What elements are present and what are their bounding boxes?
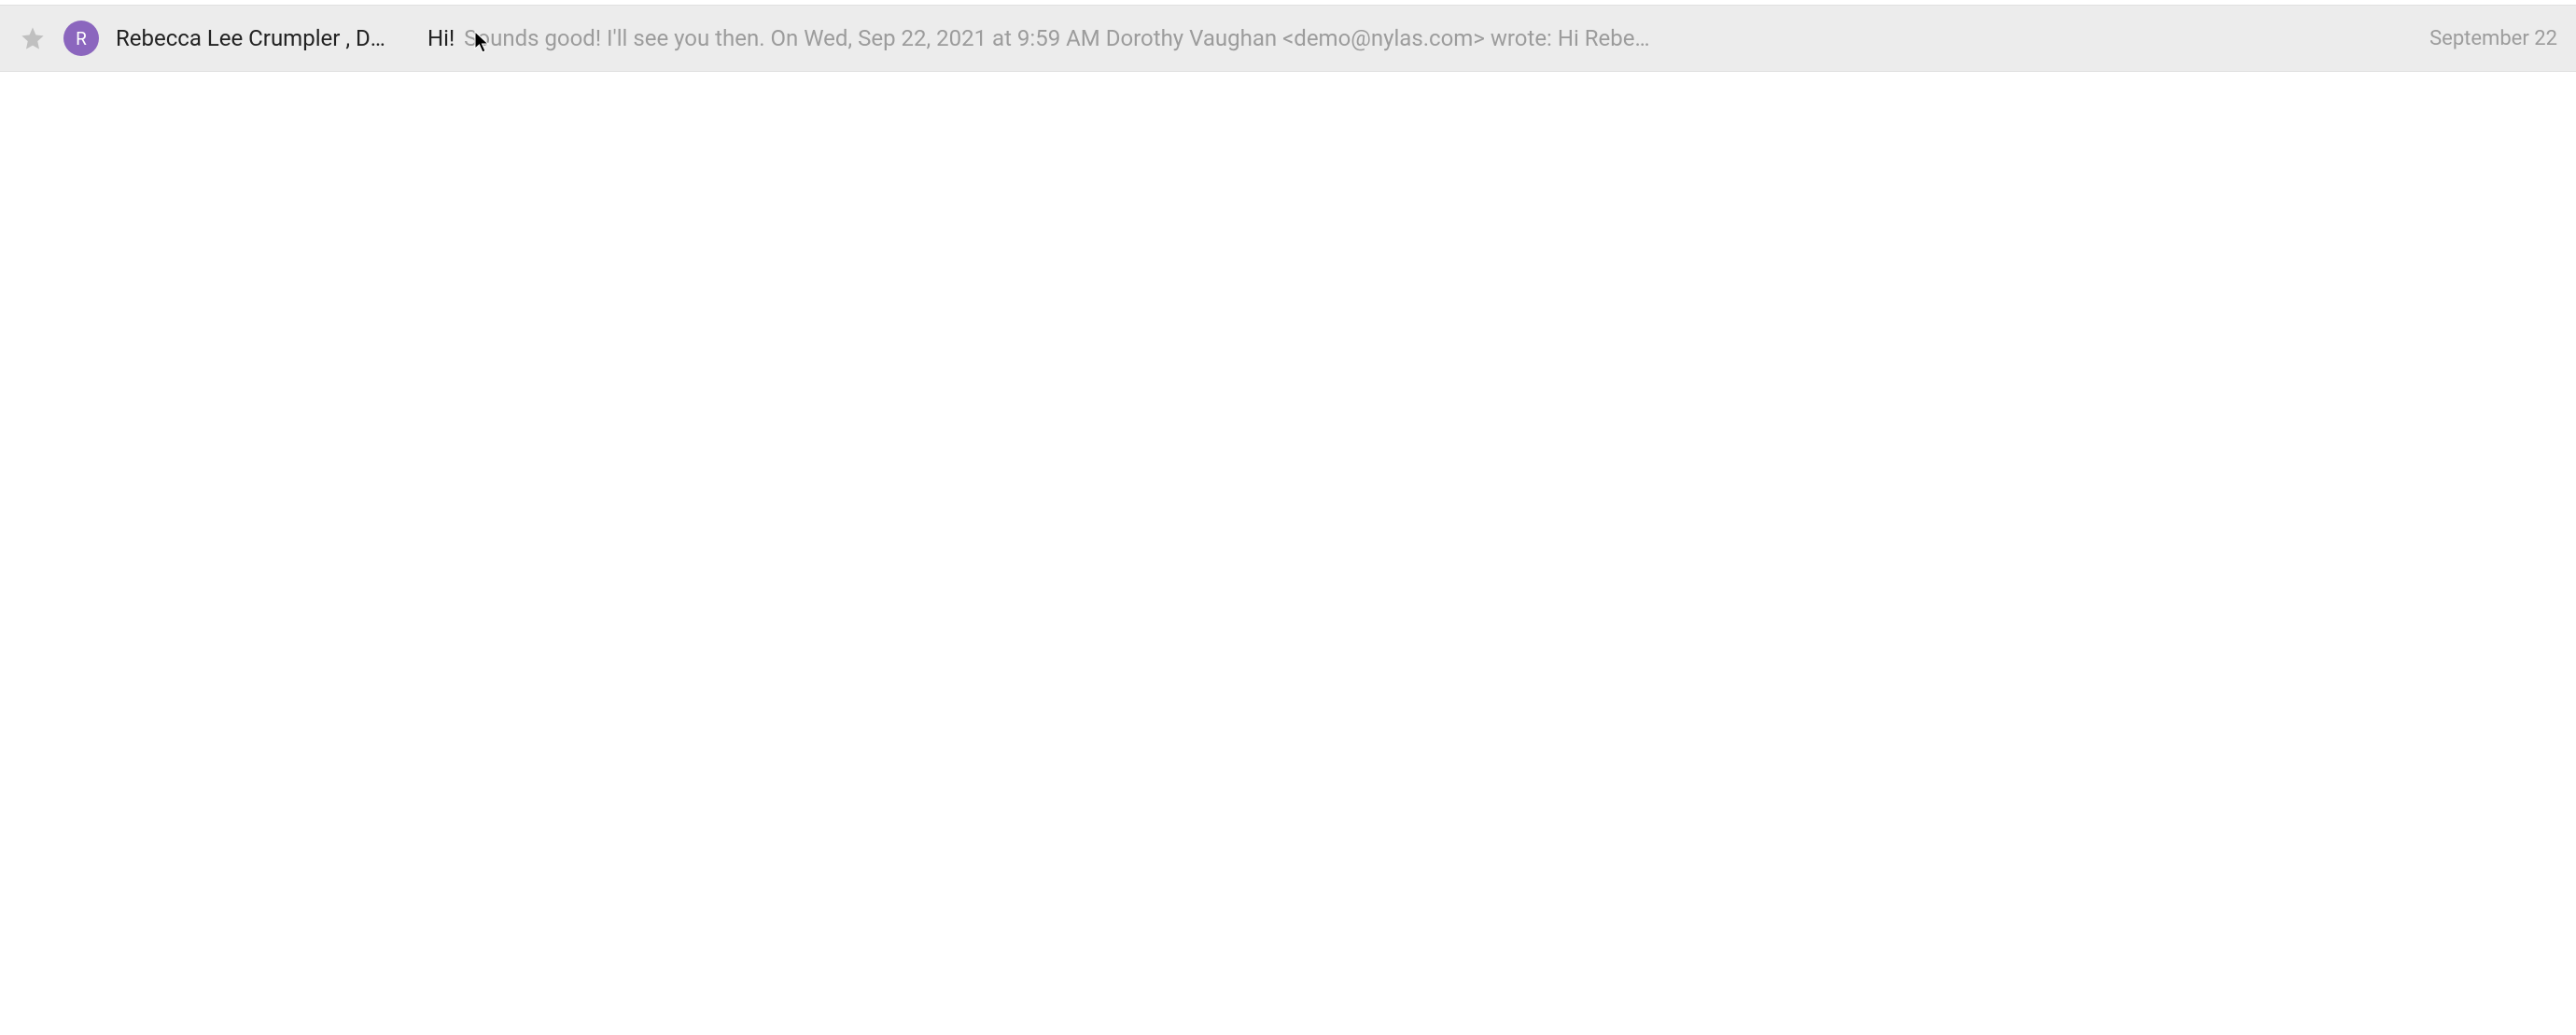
- email-date: September 22: [2429, 27, 2557, 50]
- star-icon[interactable]: [19, 24, 47, 52]
- star-svg: [20, 25, 46, 51]
- email-snippet: Sounds good! I'll see you then. On Wed, …: [464, 25, 2407, 51]
- sender-avatar: R: [63, 21, 99, 56]
- email-list-row[interactable]: R Rebecca Lee Crumpler , Dorothy Hi! Sou…: [0, 5, 2576, 72]
- avatar-initial: R: [76, 28, 87, 49]
- sender-name: Rebecca Lee Crumpler , Dorothy: [116, 25, 386, 51]
- email-subject: Hi!: [427, 25, 455, 51]
